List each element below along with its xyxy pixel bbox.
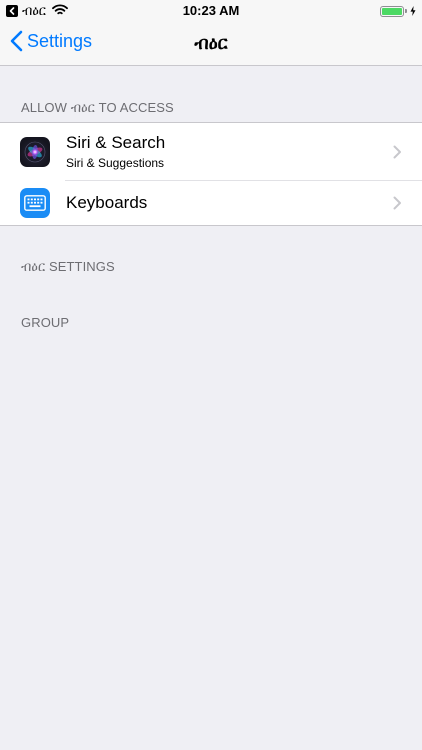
siri-row-text: Siri & Search Siri & Suggestions — [66, 133, 165, 170]
keyboards-row-title: Keyboards — [66, 193, 148, 212]
chevron-right-icon — [393, 196, 401, 210]
keyboards-row[interactable]: Keyboards — [0, 181, 422, 225]
navigation-bar: Settings ብዕር — [0, 22, 422, 66]
section-header-app-settings: ብዕር SETTINGS — [21, 259, 115, 274]
siri-row-title: Siri & Search — [66, 133, 166, 152]
status-bar-time: 10:23 AM — [182, 3, 240, 18]
chevron-right-icon — [393, 145, 401, 158]
status-bar-right — [380, 4, 416, 18]
siri-row-subtitle: Siri & Suggestions — [66, 156, 165, 170]
allow-access-group: Siri & Search Siri & Suggestions Keyboar… — [0, 122, 422, 226]
section-header-allow-access: ALLOW ብዕር TO ACCESS — [21, 100, 174, 115]
charging-bolt-icon — [410, 4, 416, 19]
section-header-group: GROUP — [21, 315, 70, 330]
keyboards-row-text: Keyboards — [66, 193, 147, 213]
siri-search-row[interactable]: Siri & Search Siri & Suggestions — [0, 123, 422, 180]
siri-icon — [20, 136, 50, 167]
keyboard-icon — [20, 188, 50, 218]
battery-icon — [380, 5, 404, 17]
page-title: ብዕር — [194, 33, 228, 53]
battery-level — [382, 7, 402, 15]
battery-cap — [405, 9, 407, 13]
status-bar: ብዕር 10:23 AM — [0, 0, 422, 22]
